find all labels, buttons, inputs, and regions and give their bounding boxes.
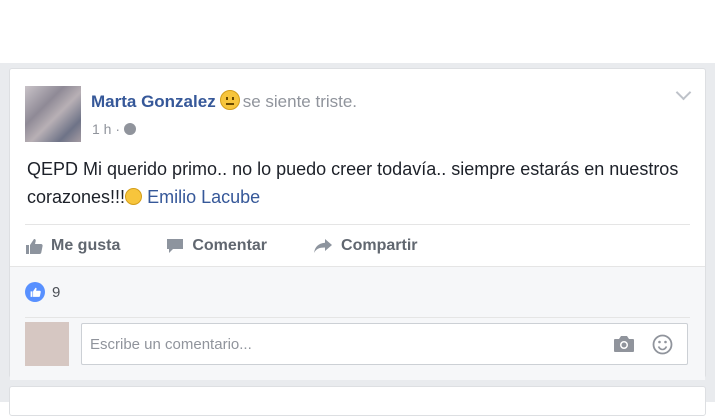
like-button[interactable]: Me gusta bbox=[25, 237, 120, 255]
share-label: Compartir bbox=[341, 236, 418, 254]
comment-button[interactable]: Comentar bbox=[166, 237, 267, 255]
post-meta: 1 h · bbox=[92, 121, 137, 137]
commenter-avatar[interactable] bbox=[25, 322, 69, 366]
sad-feeling-icon bbox=[219, 90, 240, 110]
post-body: QEPD Mi querido primo.. no lo puedo cree… bbox=[27, 155, 687, 211]
globe-icon[interactable] bbox=[124, 123, 137, 135]
share-arrow-icon bbox=[314, 238, 333, 253]
chevron-down-icon[interactable] bbox=[675, 84, 692, 101]
author-name[interactable]: Marta Gonzalez bbox=[91, 92, 216, 111]
post-header: Marta Gonzalez se siente triste. bbox=[91, 90, 357, 112]
share-button[interactable]: Compartir bbox=[313, 237, 417, 255]
post-actions: Me gusta Comentar Compartir bbox=[25, 225, 690, 266]
like-label: Me gusta bbox=[51, 236, 121, 254]
reactions-and-comments: 9 Escribe un comentario... bbox=[10, 266, 705, 380]
author-avatar[interactable] bbox=[25, 86, 81, 142]
sad-face-emoji-icon bbox=[125, 188, 143, 205]
like-reaction-icon bbox=[25, 282, 45, 302]
emoji-smiley-icon[interactable] bbox=[652, 334, 673, 355]
camera-icon[interactable] bbox=[613, 335, 635, 353]
comment-label: Comentar bbox=[192, 236, 268, 254]
tagged-person-link[interactable]: Emilio Lacube bbox=[147, 187, 260, 207]
thumbs-up-icon bbox=[30, 287, 41, 297]
reactions-summary[interactable]: 9 bbox=[25, 282, 60, 302]
meta-separator: · bbox=[115, 121, 121, 137]
next-feed-post bbox=[9, 386, 706, 416]
feeling-text[interactable]: se siente triste. bbox=[243, 92, 357, 111]
comment-icon bbox=[167, 238, 184, 253]
post-timestamp[interactable]: 1 h bbox=[92, 121, 111, 137]
divider bbox=[25, 317, 690, 318]
thumbs-up-icon bbox=[26, 238, 43, 254]
reaction-count: 9 bbox=[52, 283, 61, 301]
comment-placeholder: Escribe un comentario... bbox=[90, 336, 252, 353]
feed-post: Marta Gonzalez se siente triste. 1 h · QE… bbox=[9, 68, 706, 380]
comment-input[interactable]: Escribe un comentario... bbox=[81, 323, 688, 365]
